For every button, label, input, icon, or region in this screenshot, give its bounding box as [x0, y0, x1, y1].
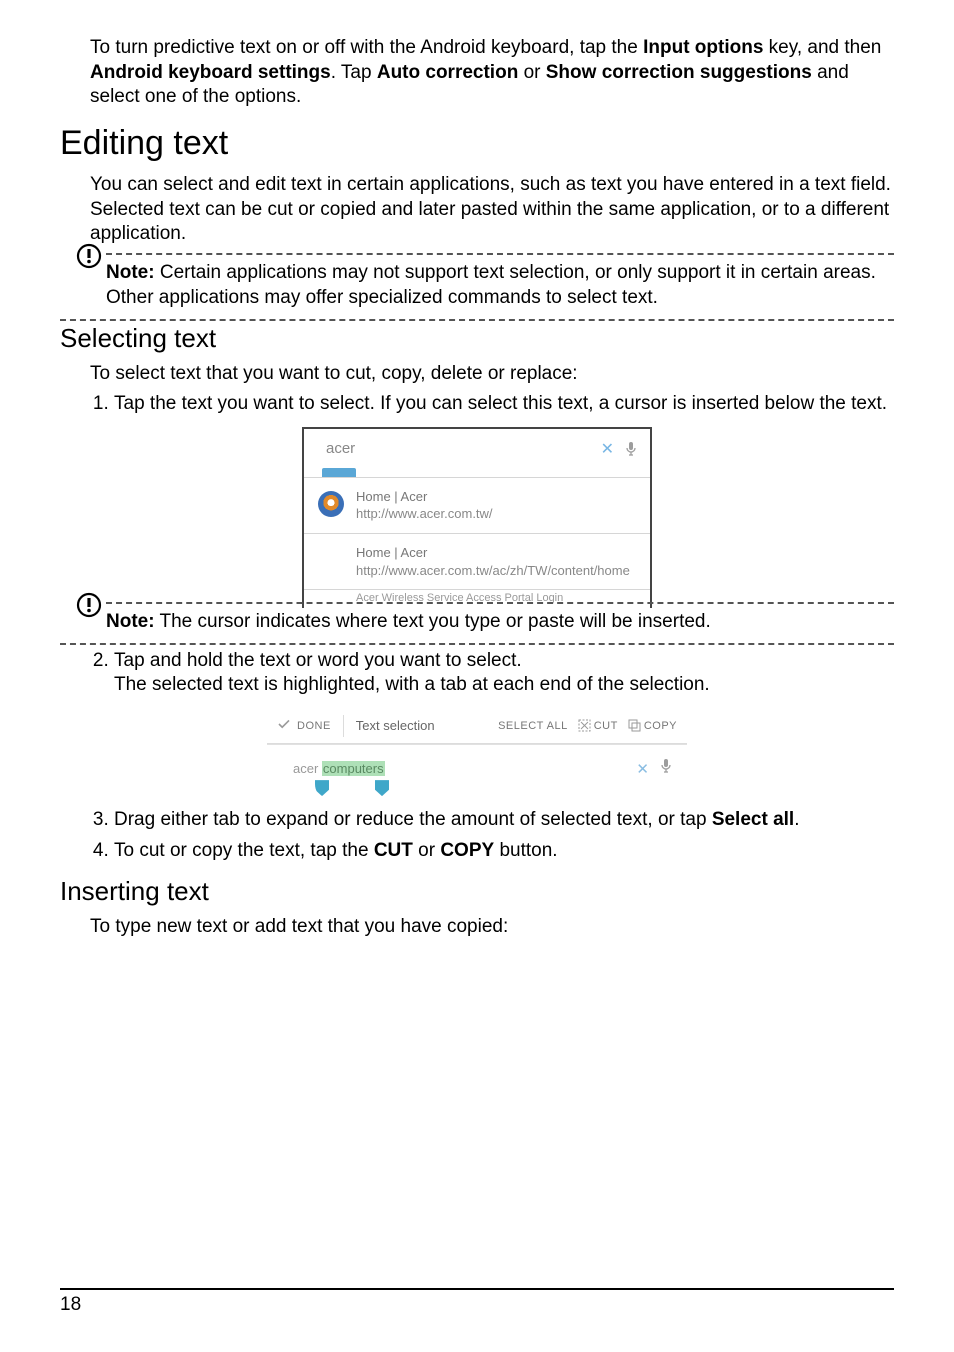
- t: or: [518, 62, 545, 83]
- lbl: COPY: [644, 720, 677, 732]
- copy-button: COPY: [628, 719, 677, 732]
- sugg-title: Home | Acer: [356, 545, 427, 560]
- t: or: [413, 840, 440, 861]
- step-text-cont: The selected text is highlighted, with a…: [114, 673, 894, 698]
- select-all-button: SELECT ALL: [498, 720, 568, 732]
- page-number: 18: [60, 1294, 81, 1315]
- cut-button: CUT: [578, 719, 618, 732]
- t: To turn predictive text on or off with t…: [90, 37, 643, 58]
- t: button.: [494, 840, 557, 861]
- handle-left: [315, 780, 329, 796]
- note-text: Note: The cursor indicates where text yo…: [106, 610, 894, 635]
- suggestion-1: Home | Acer http://www.acer.com.tw/: [304, 477, 650, 533]
- step-text: Tap and hold the text or word you want t…: [114, 650, 522, 671]
- highlighted: computers: [322, 761, 385, 776]
- t: Android keyboard settings: [90, 62, 331, 83]
- suggestion-2: Home | Acer http://www.acer.com.tw/ac/zh…: [304, 533, 650, 589]
- inserting-body: To type new text or add text that you ha…: [90, 915, 894, 940]
- clear-icon: ✕: [636, 760, 649, 778]
- heading-selecting-text: Selecting text: [60, 323, 894, 354]
- t: key, and then: [763, 37, 881, 58]
- intro-paragraph: To turn predictive text on or off with t…: [90, 36, 894, 110]
- page-footer: 18: [60, 1288, 894, 1316]
- mic-icon: [626, 442, 636, 456]
- selection-title: Text selection: [356, 718, 498, 733]
- tab-strip: [304, 469, 650, 477]
- globe-icon: [318, 491, 344, 517]
- info-icon: [76, 243, 102, 274]
- t: To cut or copy the text, tap the: [114, 840, 374, 861]
- dash: [60, 319, 894, 321]
- suggestion-3-partial: Acer Wireless Service Access Portal Logi…: [304, 589, 650, 608]
- t: . Tap: [331, 62, 377, 83]
- note-label: Note:: [106, 262, 155, 283]
- selection-row: acer computers ✕: [267, 744, 687, 782]
- steps-list-1: Tap the text you want to select. If you …: [90, 392, 894, 417]
- t: CUT: [374, 840, 413, 861]
- steps-list-2: Tap and hold the text or word you want t…: [90, 649, 894, 698]
- selection-text: acer computers: [293, 761, 636, 776]
- t: .: [794, 809, 799, 830]
- t: Drag either tab to expand or reduce the …: [114, 809, 712, 830]
- suggestion-label: Home | Acer http://www.acer.com.tw/ac/zh…: [356, 544, 630, 579]
- mic-icon: [661, 759, 671, 778]
- t: Select all: [712, 809, 794, 830]
- step-3: Drag either tab to expand or reduce the …: [114, 808, 894, 833]
- blank-icon: [318, 544, 344, 570]
- lbl: SELECT ALL: [498, 720, 568, 732]
- editing-body: You can select and edit text in certain …: [90, 173, 894, 247]
- heading-editing-text: Editing text: [60, 124, 894, 163]
- selecting-intro: To select text that you want to cut, cop…: [90, 362, 894, 387]
- dash: [106, 602, 894, 604]
- step-2: Tap and hold the text or word you want t…: [114, 649, 894, 698]
- check-icon: [277, 717, 291, 734]
- done-button: DONE: [297, 720, 331, 732]
- step-text: Tap the text you want to select. If you …: [114, 393, 887, 414]
- steps-list-3: Drag either tab to expand or reduce the …: [90, 808, 894, 863]
- selection-handles: [267, 782, 687, 802]
- info-icon: [76, 592, 102, 623]
- figure-search-suggestions: acer ✕ Home | Acer http://www.acer.com.t…: [302, 427, 652, 608]
- separator: [343, 715, 344, 737]
- note-body: The cursor indicates where text you type…: [155, 611, 711, 632]
- t: Auto correction: [377, 62, 518, 83]
- sugg-url: http://www.acer.com.tw/ac/zh/TW/content/…: [356, 563, 630, 578]
- step-4: To cut or copy the text, tap the CUT or …: [114, 839, 894, 864]
- handle-right: [375, 780, 389, 796]
- search-bar: acer ✕: [304, 429, 650, 469]
- t: Input options: [643, 37, 763, 58]
- suggestion-label: Home | Acer http://www.acer.com.tw/: [356, 488, 493, 523]
- note-block-1: Note: Certain applications may not suppo…: [60, 261, 894, 310]
- plain: acer: [293, 761, 322, 776]
- lbl: CUT: [594, 720, 618, 732]
- sugg-url: http://www.acer.com.tw/: [356, 506, 493, 521]
- step-1: Tap the text you want to select. If you …: [114, 392, 894, 417]
- note-label: Note:: [106, 611, 155, 632]
- note-body: Certain applications may not support tex…: [106, 262, 876, 308]
- t: Show correction suggestions: [546, 62, 812, 83]
- heading-inserting-text: Inserting text: [60, 876, 894, 907]
- sugg-title: Home | Acer: [356, 489, 427, 504]
- figure-text-selection: DONE Text selection SELECT ALL CUT COPY …: [267, 708, 687, 802]
- dash: [60, 643, 894, 645]
- note-block-2: Note: The cursor indicates where text yo…: [60, 610, 894, 635]
- note-text: Note: Certain applications may not suppo…: [106, 261, 894, 310]
- clear-icon: ✕: [601, 439, 614, 459]
- selection-topbar: DONE Text selection SELECT ALL CUT COPY: [267, 708, 687, 744]
- search-term: acer: [326, 440, 601, 457]
- dash: [106, 253, 894, 255]
- t: COPY: [440, 840, 494, 861]
